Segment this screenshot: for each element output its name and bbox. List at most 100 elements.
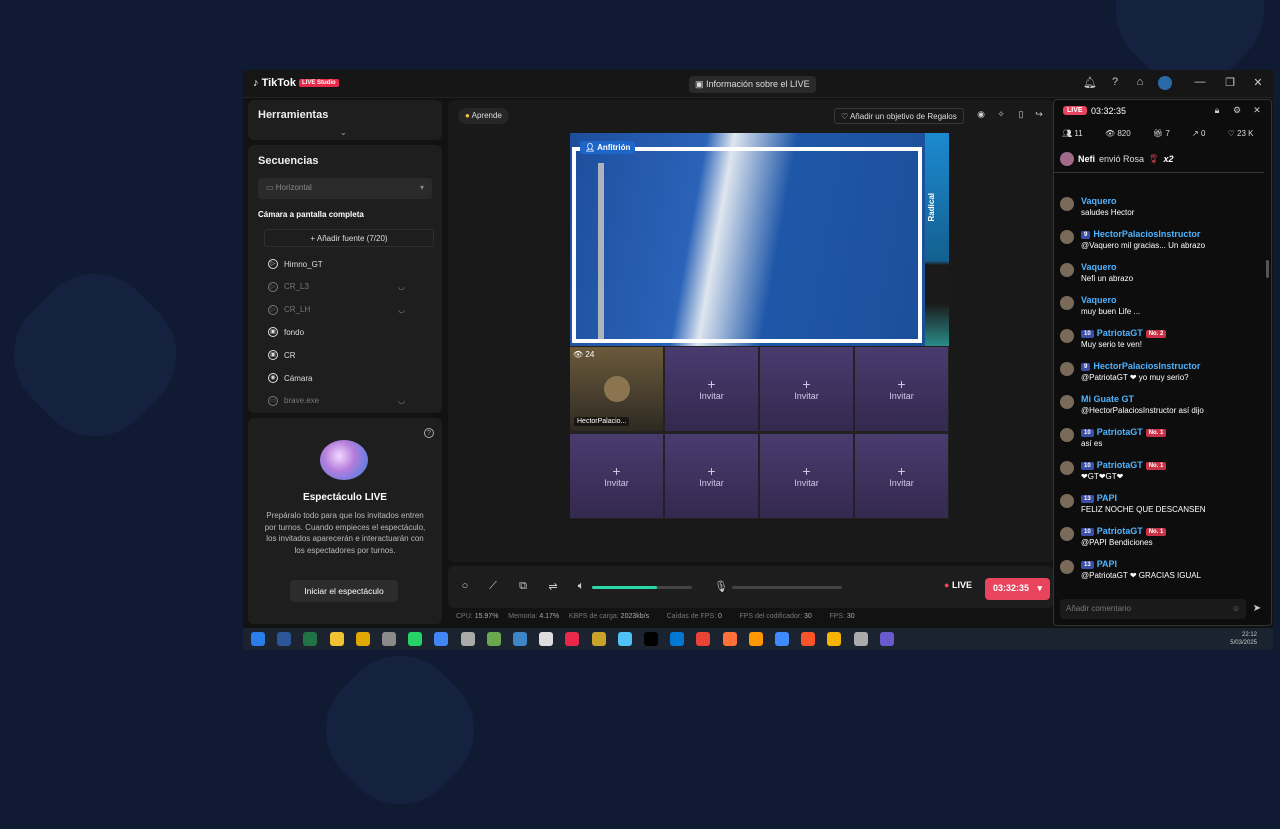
rank-badge: No. 1 <box>1145 428 1167 437</box>
record-icon[interactable]: ◉ <box>974 109 988 120</box>
invite-slot[interactable]: + Invitar <box>760 434 853 518</box>
mic-slider[interactable] <box>732 586 842 589</box>
taskbar-app-icon[interactable] <box>696 632 711 646</box>
help-icon[interactable]: ? <box>424 428 434 438</box>
add-gift-goal-button[interactable]: ♡ Añadir un objetivo de Regalos <box>834 108 964 124</box>
taskbar-app-icon[interactable] <box>303 632 318 646</box>
taskbar-app-icon[interactable] <box>670 632 685 646</box>
visibility-icon[interactable]: ◡ <box>398 282 405 291</box>
guest-tile[interactable]: 👁︎ 24 HectorPalacio... <box>570 347 663 431</box>
chat-text: FELIZ NOCHE QUE DESCANSEN <box>1081 505 1206 514</box>
taskbar-app-icon[interactable] <box>853 632 868 646</box>
maximize-icon[interactable]: ❐ <box>1223 76 1237 89</box>
source-item[interactable]: ◉ Cámara <box>268 373 312 383</box>
taskbar-app-icon[interactable] <box>617 632 632 646</box>
chat-username[interactable]: 9 HectorPalaciosInstructor <box>1081 361 1200 371</box>
invite-slot[interactable]: + Invitar <box>855 347 948 431</box>
speaker-icon[interactable]: 🔈︎ <box>574 580 588 593</box>
chat-username[interactable]: Mi Guate GT <box>1081 394 1134 404</box>
invite-slot[interactable]: + Invitar <box>760 347 853 431</box>
avatar <box>1060 428 1074 442</box>
home-icon[interactable]: ⌂ <box>1133 76 1147 88</box>
invite-slot[interactable]: + Invitar <box>665 347 758 431</box>
chat-username[interactable]: 10 PatriotaGT No. 2 <box>1081 328 1167 338</box>
chat-username[interactable]: Vaquero <box>1081 196 1117 206</box>
chat-username[interactable]: Vaquero <box>1081 295 1117 305</box>
source-item[interactable]: ▣ CR <box>268 350 296 361</box>
taskbar-app-icon[interactable] <box>513 632 527 646</box>
taskbar-app-icon[interactable] <box>486 632 501 646</box>
comment-input[interactable]: Añadir comentario ☺ <box>1060 599 1246 619</box>
source-item[interactable]: ▣ fondo <box>268 327 304 338</box>
expand-chevron-icon[interactable]: ⌄ <box>340 128 347 137</box>
invite-slot[interactable]: + Invitar <box>570 434 663 518</box>
taskbar-app-icon[interactable] <box>644 632 658 646</box>
play-icon: ▷ <box>268 259 278 269</box>
share-icon[interactable]: ↪ <box>1032 109 1046 120</box>
invite-label: Invitar <box>889 391 914 401</box>
help-icon[interactable]: ? <box>1108 76 1122 88</box>
gear-icon[interactable]: ⚙ <box>1230 105 1244 116</box>
plus-icon: + <box>802 376 811 392</box>
taskbar-app-icon[interactable] <box>775 632 789 646</box>
source-item[interactable]: ▭ brave.exe ◡ <box>268 395 405 406</box>
level-badge: 10 <box>1081 329 1094 338</box>
wand-icon[interactable]: ⟋ <box>486 580 500 593</box>
mic-icon[interactable]: 🎙︎ <box>714 580 728 593</box>
taskbar-app-icon[interactable] <box>382 632 396 646</box>
learn-chip[interactable]: ● Aprende <box>458 108 509 124</box>
refresh-icon[interactable]: ○ <box>458 580 472 592</box>
settings-sliders-icon[interactable]: ⇌ <box>546 580 560 593</box>
taskbar-app-icon[interactable] <box>539 632 554 646</box>
chat-username[interactable]: 13 PAPI <box>1081 493 1117 503</box>
bell-icon[interactable]: 🔔︎ <box>1083 76 1097 89</box>
taskbar-app-icon[interactable] <box>591 632 606 646</box>
taskbar-app-icon[interactable] <box>408 632 423 646</box>
taskbar-app-icon[interactable] <box>460 632 475 646</box>
visibility-icon[interactable]: ◡ <box>398 305 405 314</box>
taskbar-app-icon[interactable] <box>879 632 894 646</box>
invite-slot[interactable]: + Invitar <box>665 434 758 518</box>
send-icon[interactable]: ➤ <box>1250 603 1264 614</box>
close-icon[interactable]: ✕ <box>1251 76 1265 89</box>
taskbar-app-icon[interactable] <box>329 632 344 646</box>
taskbar-app-icon[interactable] <box>434 632 449 646</box>
source-item[interactable]: ▷ Himno_GT <box>268 259 323 269</box>
lock-icon[interactable]: 🔒︎ <box>1210 105 1224 116</box>
taskbar-app-icon[interactable] <box>565 632 580 646</box>
effects-icon[interactable]: ✧ <box>994 109 1008 120</box>
layout-select[interactable]: ▭ Horizontal ▾ <box>258 178 432 199</box>
avatar[interactable] <box>1158 76 1172 90</box>
taskbar-app-icon[interactable] <box>355 632 370 646</box>
chat-text: @PAPI Bendiciones <box>1081 538 1153 547</box>
chat-text: @HectorPalaciosInstructor así dijo <box>1081 406 1204 415</box>
add-source-button[interactable]: + Añadir fuente (7/20) <box>264 229 434 247</box>
chat-username[interactable]: Vaquero <box>1081 262 1117 272</box>
taskbar-app-icon[interactable] <box>722 632 737 646</box>
taskbar-app-icon[interactable] <box>748 632 763 646</box>
layout-icon[interactable]: ⧉ <box>516 580 530 593</box>
chat-username[interactable]: 13 PAPI <box>1081 559 1117 569</box>
source-item[interactable]: ▷ CR_L3 ◡ <box>268 281 405 292</box>
chat-username[interactable]: 10 PatriotaGT No. 1 <box>1081 427 1167 437</box>
chat-username[interactable]: 9 HectorPalaciosInstructor <box>1081 229 1200 239</box>
close-icon[interactable]: ✕ <box>1250 105 1264 116</box>
start-show-button[interactable]: Iniciar el espectáculo <box>290 580 398 602</box>
chat-username[interactable]: 10 PatriotaGT No. 1 <box>1081 460 1167 470</box>
chat-username[interactable]: 10 PatriotaGT No. 1 <box>1081 526 1167 536</box>
live-info-button[interactable]: ▣ Información sobre el LIVE <box>689 76 816 93</box>
search-icon[interactable] <box>277 632 292 646</box>
volume-slider[interactable] <box>592 586 692 589</box>
end-live-button[interactable]: 03:32:35 ▾ <box>985 578 1051 600</box>
taskbar-app-icon[interactable] <box>801 632 816 646</box>
system-clock[interactable]: 22:12 5/03/2025 <box>1230 631 1257 647</box>
minimize-icon[interactable]: — <box>1193 76 1207 88</box>
start-icon[interactable] <box>251 632 265 646</box>
invite-slot[interactable]: + Invitar <box>855 434 948 518</box>
source-item[interactable]: ▷ CR_LH ◡ <box>268 304 405 315</box>
app-logo: ♪ TikTok LIVE Studio <box>253 77 339 89</box>
chat-scrollbar[interactable] <box>1266 260 1269 278</box>
taskbar-app-icon[interactable] <box>827 632 842 646</box>
phone-icon[interactable]: ▯ <box>1014 109 1028 120</box>
visibility-icon[interactable]: ◡ <box>398 396 405 405</box>
